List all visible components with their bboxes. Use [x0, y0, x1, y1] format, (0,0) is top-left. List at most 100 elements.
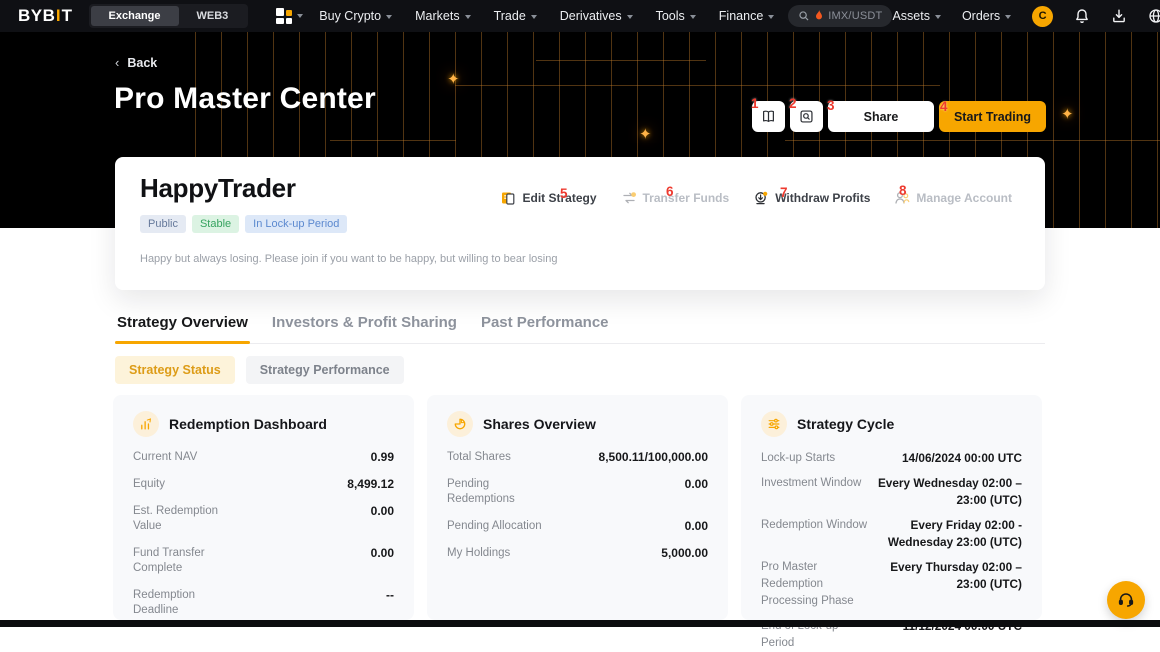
edit-strategy-icon — [500, 190, 516, 206]
strategy-guide-button[interactable] — [752, 101, 785, 132]
stat-row: Est. Redemption Value 0.00 — [133, 504, 394, 534]
nav-menu-item[interactable]: Derivatives — [560, 9, 633, 23]
stat-value: 0.00 — [371, 546, 394, 561]
chevron-down-icon — [627, 15, 633, 19]
chevron-down-icon — [935, 15, 941, 19]
subtab[interactable]: Strategy Performance — [246, 356, 404, 384]
stat-row: Current NAV 0.99 — [133, 450, 394, 465]
main-tabs: Strategy Overview Investors & Profit Shar… — [115, 310, 1045, 344]
strategy-action-label: Manage Account — [916, 191, 1012, 205]
transfer-funds-icon — [621, 190, 637, 206]
stat-row: Pro Master Redemption Processing Phase E… — [761, 559, 1022, 610]
stat-value: 0.00 — [371, 504, 394, 519]
chevron-down-icon — [768, 15, 774, 19]
stat-label: Redemption Window — [761, 517, 875, 534]
strategy-badges: Public Stable In Lock-up Period — [140, 215, 347, 233]
preview-button[interactable] — [790, 101, 823, 132]
nav-right: Assets Orders C — [892, 6, 1160, 27]
strategy-action-button[interactable]: Edit Strategy — [500, 190, 596, 206]
stat-row: Equity 8,499.12 — [133, 477, 394, 492]
strategy-action-label: Withdraw Profits — [775, 191, 870, 205]
tab[interactable]: Past Performance — [479, 310, 611, 343]
stat-value: Every Wednesday 02:00 – 23:00 (UTC) — [869, 475, 1022, 509]
stat-value: 5,000.00 — [661, 546, 708, 561]
nav-menu-item[interactable]: Finance — [719, 9, 774, 23]
apps-grid-icon[interactable] — [276, 8, 292, 24]
page-title: Pro Master Center — [114, 82, 376, 116]
status-badge: In Lock-up Period — [245, 215, 347, 233]
strategy-cycle-panel: Strategy Cycle Lock-up Starts 14/06/2024… — [741, 395, 1042, 620]
sub-tabs: Strategy Status Strategy Performance — [115, 356, 404, 384]
back-button[interactable]: ‹ Back — [115, 55, 157, 70]
stat-label: Total Shares — [447, 450, 519, 465]
nav-account-item[interactable]: Assets — [892, 9, 941, 23]
subtab[interactable]: Strategy Status — [115, 356, 235, 384]
status-badge: Public — [140, 215, 186, 233]
exchange-web3-switch: ExchangeWEB3 — [89, 4, 249, 28]
stat-label: Current NAV — [133, 450, 205, 465]
chevron-down-icon — [531, 15, 537, 19]
stat-value: 8,500.11/100,000.00 — [599, 450, 708, 465]
strategy-action-label: Transfer Funds — [643, 191, 730, 205]
tab[interactable]: Strategy Overview — [115, 310, 250, 343]
stat-row: Pending Redemptions 0.00 — [447, 477, 708, 507]
chevron-left-icon: ‹ — [115, 55, 119, 70]
bottom-bar — [0, 620, 1160, 627]
manage-account-icon — [894, 190, 910, 206]
book-icon — [761, 109, 776, 124]
notifications-bell-icon[interactable] — [1074, 8, 1090, 24]
strategy-card: HappyTrader Public Stable In Lock-up Perio… — [115, 157, 1045, 290]
nav-menu-item[interactable]: Markets — [415, 9, 470, 23]
stat-label: Pending Redemptions — [447, 477, 565, 507]
panel-title: Shares Overview — [483, 416, 596, 432]
customer-support-button[interactable] — [1107, 581, 1145, 619]
nav-menu-item[interactable]: Tools — [656, 9, 696, 23]
chevron-down-icon — [386, 15, 392, 19]
stat-label: Pending Allocation — [447, 519, 550, 534]
top-navbar: BYBIT ExchangeWEB3 Buy Crypto Markets Trad… — [0, 0, 1160, 32]
download-app-icon[interactable] — [1111, 8, 1127, 24]
stat-value: -- — [386, 588, 394, 603]
start-trading-button[interactable]: Start Trading — [939, 101, 1046, 132]
stat-row: My Holdings 5,000.00 — [447, 546, 708, 561]
share-button[interactable]: Share — [828, 101, 934, 132]
search-input[interactable]: IMX/USDT — [788, 5, 892, 27]
mode-tab[interactable]: WEB3 — [179, 6, 247, 26]
chevron-down-icon — [465, 15, 471, 19]
status-badge: Stable — [192, 215, 239, 233]
stat-value: 0.99 — [371, 450, 394, 465]
chevron-down-icon — [297, 14, 303, 18]
stat-value: Every Thursday 02:00 – 23:00 (UTC) — [879, 559, 1022, 593]
stat-value: 8,499.12 — [347, 477, 394, 492]
stat-value: Every Friday 02:00 - Wednesday 23:00 (UT… — [875, 517, 1022, 551]
mode-tab[interactable]: Exchange — [91, 6, 179, 26]
tab[interactable]: Investors & Profit Sharing — [270, 310, 459, 343]
strategy-name: HappyTrader — [140, 173, 296, 204]
pie-chart-icon — [447, 411, 473, 437]
stat-row: Pending Allocation 0.00 — [447, 519, 708, 534]
panel-title: Strategy Cycle — [797, 416, 894, 432]
stat-label: My Holdings — [447, 546, 518, 561]
chevron-down-icon — [690, 15, 696, 19]
nav-account-item[interactable]: Orders — [962, 9, 1011, 23]
stat-label: Fund Transfer Complete — [133, 546, 251, 576]
language-globe-icon[interactable] — [1148, 8, 1160, 24]
flame-icon — [814, 10, 824, 22]
stat-value: 0.00 — [685, 519, 708, 534]
nav-menu-item[interactable]: Buy Crypto — [319, 9, 392, 23]
strategy-action-button[interactable]: Manage Account — [894, 190, 1012, 206]
shares-overview-panel: Shares Overview Total Shares 8,500.11/10… — [427, 395, 728, 620]
stat-row: Investment Window Every Wednesday 02:00 … — [761, 475, 1022, 509]
search-icon — [798, 10, 810, 22]
stat-label: Lock-up Starts — [761, 450, 843, 467]
nav-menu-item[interactable]: Trade — [494, 9, 537, 23]
search-pair-text: IMX/USDT — [828, 10, 882, 22]
stat-row: Redemption Deadline -- — [133, 588, 394, 618]
bybit-logo[interactable]: BYBIT — [18, 6, 73, 26]
strategy-action-button[interactable]: Withdraw Profits — [753, 190, 870, 206]
stat-row: Fund Transfer Complete 0.00 — [133, 546, 394, 576]
strategy-action-label: Edit Strategy — [522, 191, 596, 205]
avatar[interactable]: C — [1032, 6, 1053, 27]
strategy-action-button[interactable]: Transfer Funds — [621, 190, 730, 206]
status-panels: Redemption Dashboard Current NAV 0.99 Eq… — [113, 395, 1042, 620]
